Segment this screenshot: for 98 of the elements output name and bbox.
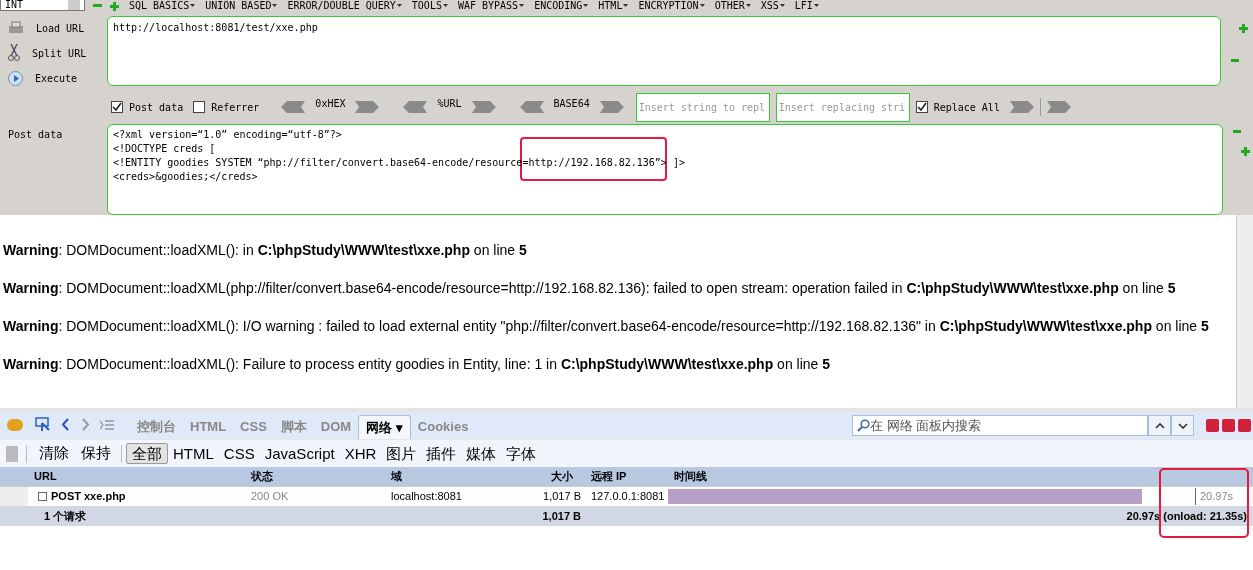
column-header[interactable]: URL: [28, 468, 245, 485]
request-count: 1 个请求: [43, 508, 88, 524]
scrollbar[interactable]: [1236, 215, 1253, 408]
panel-tab[interactable]: 网络 ▾: [358, 415, 411, 439]
action-button[interactable]: Execute: [8, 69, 107, 87]
filter-button[interactable]: JavaScript: [259, 443, 340, 464]
type-select[interactable]: INT: [0, 0, 85, 11]
search-field[interactable]: 在 网络 面板内搜索: [852, 415, 1148, 436]
menu-item[interactable]: ERROR/DOUBLE QUERY: [287, 0, 396, 11]
right-arrow-icon[interactable]: [1046, 101, 1071, 113]
caret-icon: [519, 4, 525, 7]
filter-button[interactable]: CSS: [218, 443, 260, 464]
encoder-label: %URL: [437, 96, 462, 111]
warning-message: Warning: DOMDocument::loadXML(): Failure to process entity goodies in Entity, line: 1 in C:\phpStudy\WWW\test\xxe.php on line 5: [3, 355, 832, 374]
caret-icon: [396, 4, 402, 7]
menu-item[interactable]: WAF BYPASS: [457, 0, 519, 11]
plus-icon[interactable]: [1241, 147, 1250, 156]
chevron-down-icon: [1177, 422, 1188, 429]
checkbox[interactable]: [111, 101, 123, 113]
column-header[interactable]: 时间线: [668, 468, 1253, 485]
menu-item[interactable]: ENCODING: [534, 0, 583, 11]
filter-button[interactable]: 图片: [381, 443, 422, 464]
caret-icon: [583, 4, 589, 7]
domain-cell-text: localhost:8081: [390, 489, 463, 505]
printer-icon: [8, 21, 24, 35]
menu-item[interactable]: UNION BASED: [205, 0, 272, 11]
toolbar-button[interactable]: 清除: [39, 442, 69, 465]
minimize-button[interactable]: [1206, 419, 1219, 432]
filter-button[interactable]: 插件: [421, 443, 462, 464]
right-arrow-icon[interactable]: [1009, 101, 1034, 113]
size-cell-text: 1,017 B: [542, 489, 582, 505]
encoder-label: BASE64: [553, 96, 590, 111]
menu-item[interactable]: XSS: [760, 0, 779, 11]
caret-icon: [442, 4, 448, 7]
back-icon[interactable]: [61, 418, 69, 431]
inspect-icon[interactable]: [35, 417, 51, 433]
caret-icon: [745, 4, 751, 7]
left-arrow-icon[interactable]: [519, 101, 544, 113]
caret-icon: [779, 4, 785, 7]
menu-item[interactable]: LFI: [794, 0, 813, 11]
plus-icon[interactable]: [110, 2, 119, 11]
column-header[interactable]: 远程 IP: [585, 468, 668, 485]
action-button[interactable]: Split URL: [8, 44, 107, 62]
action-button[interactable]: Load URL: [8, 19, 107, 37]
caret-icon: [623, 4, 629, 7]
total-size: 1,017 B: [541, 508, 582, 524]
warning-message: Warning: DOMDocument::loadXML(php://filter/convert.base64-encode/resource=http://192.168.82.136): failed to open stream: operation failed in C:\phpStudy\WWW\test\xxe.php on line 5: [3, 279, 1177, 298]
checkbox[interactable]: [193, 101, 206, 113]
menu-item[interactable]: HTML: [598, 0, 623, 11]
timeline-time: 20.97s: [1195, 488, 1253, 505]
checkbox-label: Referrer: [211, 100, 260, 115]
previous-button[interactable]: [1148, 415, 1171, 436]
play-icon: [8, 70, 23, 86]
warning-message: Warning: DOMDocument::loadXML(): in C:\phpStudy\WWW\test\xxe.php on line 5: [3, 241, 528, 260]
right-arrow-icon[interactable]: [471, 101, 496, 113]
scissors-icon: [8, 44, 20, 62]
filter-button[interactable]: XHR: [339, 443, 382, 464]
caret-icon: [272, 4, 278, 7]
chevron-up-icon: [1154, 422, 1165, 429]
menu-item[interactable]: ENCRYPTION: [638, 0, 699, 11]
total-time: 20.97s (onload: 21.35s): [1125, 508, 1248, 524]
left-arrow-icon[interactable]: [281, 101, 306, 113]
menu-item[interactable]: TOOLS: [411, 0, 442, 11]
expand-icon[interactable]: [38, 492, 47, 501]
left-arrow-icon[interactable]: [403, 101, 428, 113]
status-cell-text: 200 OK: [250, 489, 290, 505]
close-button[interactable]: [1238, 419, 1251, 432]
right-arrow-icon[interactable]: [355, 101, 380, 113]
filter-button[interactable]: 媒体: [461, 443, 502, 464]
caret-icon: [813, 4, 819, 7]
checkbox-label: Post data: [129, 100, 184, 115]
menu-item[interactable]: SQL BASICS: [129, 0, 190, 11]
row-gutter: [0, 487, 28, 506]
checkbox[interactable]: [915, 101, 928, 113]
right-arrow-icon[interactable]: [599, 101, 624, 113]
post-data-label: Post data: [8, 129, 63, 140]
caret-icon: [190, 4, 196, 7]
filter-button[interactable]: HTML: [168, 443, 219, 464]
toolbar-button[interactable]: 保持: [81, 442, 111, 465]
checkbox-label: Replace All: [933, 100, 1000, 115]
url-field[interactable]: http://localhost:8081/test/xxe.php: [107, 16, 1221, 86]
next-button[interactable]: [1171, 415, 1194, 436]
encoder-label: 0xHEX: [315, 96, 346, 111]
plus-icon[interactable]: [1239, 24, 1248, 33]
ip-cell-text: 127.0.0.1:8081: [590, 489, 666, 505]
column-header[interactable]: 状态: [245, 468, 385, 485]
forward-icon[interactable]: [82, 418, 90, 431]
warning-message: Warning: DOMDocument::loadXML(): I/O warning : failed to load external entity "php://filter/convert.base64-encode/resource=http://192.168.82.136" in C:\phpStudy\WWW\test\xxe.php on line 5: [3, 317, 1210, 336]
filter-button[interactable]: 全部: [126, 443, 168, 464]
filter-button[interactable]: 字体: [501, 443, 542, 464]
menu-item[interactable]: OTHER: [714, 0, 745, 11]
column-header[interactable]: 大小: [530, 468, 585, 485]
menu-icon[interactable]: [100, 420, 114, 430]
request-url[interactable]: POST xxe.php: [51, 488, 126, 505]
column-header[interactable]: 域: [385, 468, 530, 485]
caret-icon: [699, 4, 705, 7]
search-icon: [857, 419, 870, 432]
restore-button[interactable]: [1222, 419, 1235, 432]
